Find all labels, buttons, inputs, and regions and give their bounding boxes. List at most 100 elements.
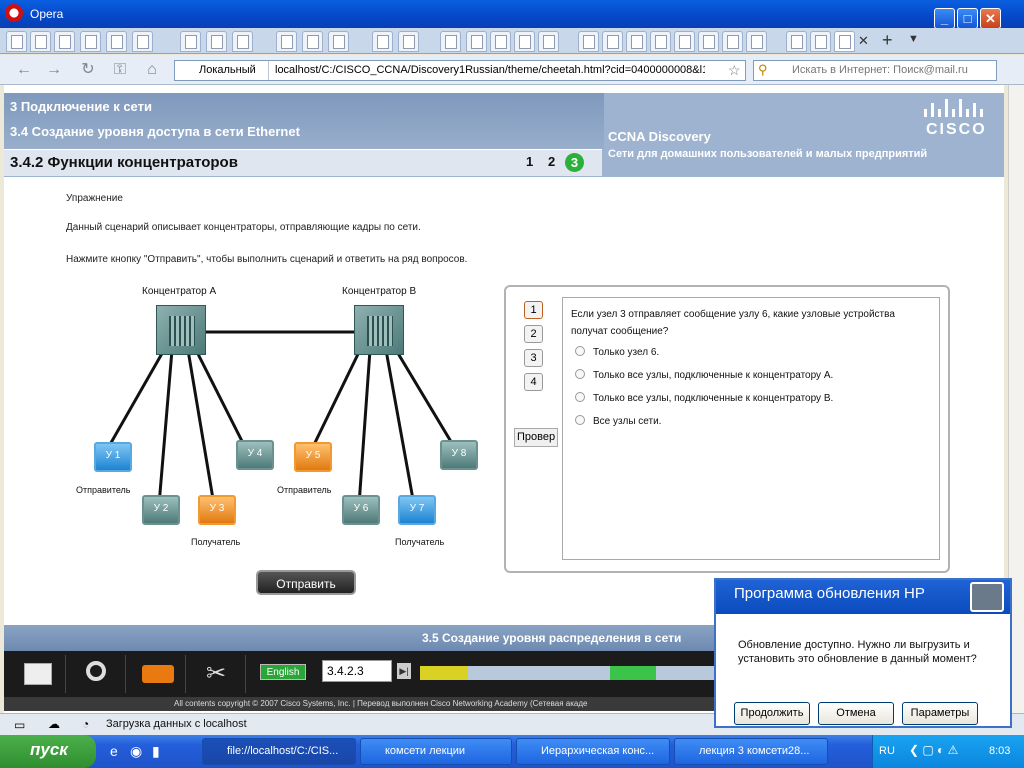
tools-icon[interactable]: ✂	[190, 655, 246, 693]
tab-3[interactable]	[180, 31, 201, 52]
radio-icon[interactable]	[575, 346, 585, 356]
tab-24[interactable]	[786, 31, 807, 52]
hub-a-label: Концентратор A	[142, 286, 217, 297]
page-position-field[interactable]: 3.4.2.3	[322, 660, 392, 682]
bookmark-star-icon[interactable]: ☆	[728, 62, 741, 79]
tab-4[interactable]	[206, 31, 227, 52]
tab-12[interactable]	[466, 31, 487, 52]
opera-logo-icon[interactable]	[5, 4, 23, 22]
close-button[interactable]: ✕	[980, 8, 1001, 29]
tab-6[interactable]	[276, 31, 297, 52]
address-url[interactable]: localhost/C:/CISCO_CCNA/Discovery1Russia…	[275, 64, 705, 76]
answer-option-1[interactable]: Только узел 6.	[575, 346, 659, 358]
tab-search[interactable]	[54, 31, 75, 52]
language-indicator[interactable]: RU	[879, 745, 895, 757]
question-tab-3[interactable]: 3	[524, 349, 543, 367]
tab-13[interactable]	[490, 31, 511, 52]
tab-25[interactable]	[810, 31, 831, 52]
speed-dial-icon[interactable]: ◔	[82, 717, 89, 731]
search-icon[interactable]: ⚲	[758, 62, 768, 78]
tab-mail[interactable]	[6, 31, 27, 52]
next-section-label[interactable]: 3.5 Создание уровня распределения в сети	[422, 631, 681, 645]
reload-icon[interactable]: ↻	[78, 61, 98, 79]
answer-option-3[interactable]: Только все узлы, подключенные к концентр…	[575, 392, 833, 404]
tab-1[interactable]	[30, 31, 51, 52]
cloud-icon[interactable]: ☁	[48, 717, 60, 731]
answer-option-2[interactable]: Только все узлы, подключенные к концентр…	[575, 369, 833, 381]
tab-20[interactable]	[674, 31, 695, 52]
go-icon[interactable]: ▶|	[397, 663, 411, 679]
cancel-button[interactable]: Отмена	[818, 702, 894, 725]
search-field[interactable]: ⚲ Искать в Интернет: Поиск@mail.ru	[753, 60, 997, 81]
language-button[interactable]: English	[260, 664, 306, 680]
clock[interactable]: 8:03	[989, 745, 1010, 757]
address-field[interactable]: Локальный localhost/C:/CISCO_CCNA/Discov…	[174, 60, 746, 81]
task-opera[interactable]: file://localhost/C:/CIS...	[202, 738, 356, 765]
hp-dialog-header: Программа обновления HP	[716, 580, 1010, 614]
page-link-1[interactable]: 1	[526, 154, 533, 169]
network-links	[102, 330, 461, 506]
minimize-button[interactable]: _	[934, 8, 955, 29]
tab-9[interactable]	[372, 31, 393, 52]
question-tab-4[interactable]: 4	[524, 373, 543, 391]
tab-11[interactable]	[440, 31, 461, 52]
course-progress-bar[interactable]	[420, 666, 720, 680]
tab-vk[interactable]	[80, 31, 101, 52]
tab-menu-icon[interactable]: ▼	[908, 33, 919, 45]
tab-16[interactable]	[578, 31, 599, 52]
tab-22[interactable]	[722, 31, 743, 52]
answer-option-4[interactable]: Все узлы сети.	[575, 415, 661, 427]
radio-icon[interactable]	[575, 392, 585, 402]
radio-icon[interactable]	[575, 369, 585, 379]
settings-button[interactable]: Параметры	[902, 702, 978, 725]
forward-icon[interactable]: →	[44, 61, 64, 79]
send-button[interactable]: Отправить	[256, 570, 356, 595]
tab-10[interactable]	[398, 31, 419, 52]
tab-2[interactable]	[132, 31, 153, 52]
start-button[interactable]: пуск	[0, 735, 96, 768]
tab-8[interactable]	[328, 31, 349, 52]
maximize-button[interactable]: □	[957, 8, 978, 29]
task-folder[interactable]: комсети лекции	[360, 738, 512, 765]
ie-icon[interactable]: e	[110, 743, 118, 759]
key-icon[interactable]: ⚿	[110, 61, 130, 79]
question-tab-2[interactable]: 2	[524, 325, 543, 343]
progress-segment-start	[420, 666, 468, 680]
cisco-wordmark: CISCO	[926, 121, 987, 138]
node-3-receiver-label: Получатель	[191, 537, 241, 547]
tab-5[interactable]	[232, 31, 253, 52]
home-icon[interactable]: ⌂	[142, 61, 162, 79]
notes-icon[interactable]	[10, 655, 66, 693]
page-link-2[interactable]: 2	[548, 154, 555, 169]
close-tab-icon[interactable]: ✕	[858, 33, 869, 49]
tab-19[interactable]	[650, 31, 671, 52]
section-title: 3.4 Создание уровня доступа в сети Ether…	[10, 124, 300, 139]
back-icon[interactable]: ←	[14, 61, 34, 79]
address-local-label[interactable]: Локальный	[175, 61, 269, 80]
tray-icons[interactable]: ❮ ▢ ◐ ⚠	[909, 743, 958, 757]
continue-button[interactable]: Продолжить	[734, 702, 810, 725]
media-icon[interactable]: ▮	[152, 743, 160, 760]
tab-17[interactable]	[602, 31, 623, 52]
book-icon[interactable]	[130, 655, 186, 693]
radio-icon[interactable]	[575, 415, 585, 425]
tab-18[interactable]	[626, 31, 647, 52]
magnifier-icon[interactable]	[70, 655, 126, 693]
panel-toggle-icon[interactable]: ▭	[14, 718, 25, 732]
tab-7[interactable]	[302, 31, 323, 52]
check-button[interactable]: Провер	[514, 428, 558, 447]
tab-21[interactable]	[698, 31, 719, 52]
tab-14[interactable]	[514, 31, 535, 52]
page-link-3-current[interactable]: 3	[565, 153, 584, 172]
question-tab-1[interactable]: 1	[524, 301, 543, 319]
chrome-icon[interactable]: ◉	[130, 743, 142, 760]
tab-yandex[interactable]	[106, 31, 127, 52]
tab-15[interactable]	[538, 31, 559, 52]
hub-b	[354, 305, 404, 355]
task-word-1[interactable]: Иерархическая конс...	[516, 738, 670, 765]
new-tab-icon[interactable]: +	[882, 30, 893, 51]
tab-23[interactable]	[746, 31, 767, 52]
cisco-logo-icon	[924, 99, 983, 117]
tab-active[interactable]	[834, 31, 855, 52]
task-word-2[interactable]: лекция 3 комсети28...	[674, 738, 828, 765]
